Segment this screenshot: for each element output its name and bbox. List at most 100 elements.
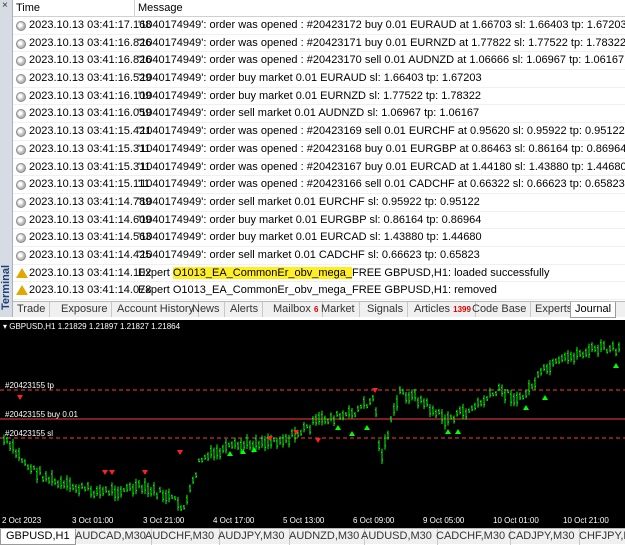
- row-time: 2023.10.13 03:41:15.421: [29, 125, 152, 138]
- chart-title: ▾ GBPUSD,H1 1.21829 1.21897 1.21827 1.21…: [3, 321, 180, 332]
- tab-label: Articles: [414, 303, 451, 315]
- symbol-tab-audnzd-m30[interactable]: AUDNZD,M30: [284, 529, 366, 545]
- tab-market[interactable]: Market: [317, 302, 360, 317]
- chart-canvas[interactable]: [0, 320, 625, 528]
- buy-arrow: [227, 451, 233, 456]
- message-prefix: Expert: [138, 266, 173, 279]
- journal-row[interactable]: 2023.10.13 03:41:16.529'1040174949': ord…: [13, 70, 625, 88]
- row-time: 2023.10.13 03:41:15.311: [29, 160, 151, 173]
- buy-arrow: [445, 429, 451, 434]
- tab-news[interactable]: News: [188, 302, 225, 317]
- tab-code-base[interactable]: Code Base: [468, 302, 532, 317]
- journal-row[interactable]: 2023.10.13 03:41:14.563'1040174949': ord…: [13, 229, 625, 247]
- row-time: 2023.10.13 03:41:17.168: [29, 19, 152, 31]
- sell-arrow: [177, 450, 183, 455]
- info-icon: [16, 162, 26, 173]
- time-axis-label: 10 Oct 21:00: [563, 516, 609, 525]
- journal-row[interactable]: 2023.10.13 03:41:16.826'1040174949': ord…: [13, 35, 625, 53]
- buy-arrow: [364, 425, 370, 430]
- row-message: '1040174949': order buy market 0.01 EURC…: [138, 231, 482, 244]
- tab-journal[interactable]: Journal: [570, 302, 617, 318]
- symbol-tab-gbpusd-h1[interactable]: GBPUSD,H1: [0, 529, 76, 545]
- terminal-side-tab[interactable]: × Terminal: [0, 0, 13, 317]
- tab-label: Market: [321, 303, 355, 315]
- info-icon: [16, 197, 26, 208]
- tab-mailbox[interactable]: Mailbox 6: [269, 302, 324, 317]
- symbol-tab-chfjpy-m30[interactable]: CHFJPY,M30: [574, 529, 625, 545]
- info-icon: [16, 21, 26, 31]
- row-message: Expert O1013_EA_CommonEr_obv_mega_FREE G…: [138, 284, 497, 297]
- row-time: 2023.10.13 03:41:14.078: [29, 284, 152, 297]
- symbol-tab-audusd-m30[interactable]: AUDUSD,M30: [356, 529, 438, 545]
- tab-alerts[interactable]: Alerts: [226, 302, 264, 317]
- journal-row[interactable]: 2023.10.13 03:41:14.078 Expert O1013_EA_C…: [13, 282, 625, 300]
- row-message: '1040174949': order was opened : #204231…: [138, 125, 625, 138]
- sell-arrow: [315, 438, 321, 443]
- terminal-label: Terminal: [0, 264, 12, 310]
- sell-arrow: [109, 470, 115, 475]
- message-rest: FREE GBPUSD,H1: loaded successfully: [352, 266, 550, 279]
- journal-row[interactable]: 2023.10.13 03:41:16.059'1040174949': ord…: [13, 105, 625, 124]
- journal-row[interactable]: 2023.10.13 03:41:14.789'1040174949': ord…: [13, 194, 625, 212]
- row-message: '1040174949': order was opened : #204231…: [138, 54, 625, 67]
- row-time: 2023.10.13 03:41:15.111: [29, 178, 150, 191]
- row-message: '1040174949': order was opened : #204231…: [138, 178, 625, 191]
- tab-label: Trade: [17, 303, 46, 315]
- info-icon: [16, 109, 26, 120]
- time-axis-label: 5 Oct 13:00: [283, 516, 325, 525]
- tab-articles[interactable]: Articles 1399: [410, 302, 476, 317]
- chart-symbol-quote: GBPUSD,H1 1.21829 1.21897 1.21827 1.2186…: [9, 322, 181, 331]
- journal-row[interactable]: 2023.10.13 03:41:16.109'1040174949': ord…: [13, 88, 625, 106]
- journal-row[interactable]: 2023.10.13 03:41:16.826'1040174949': ord…: [13, 52, 625, 71]
- journal-row[interactable]: 2023.10.13 03:41:15.311'1040174949': ord…: [13, 141, 625, 159]
- info-icon: [16, 38, 26, 49]
- row-time: 2023.10.13 03:41:16.529: [29, 72, 152, 85]
- row-time: 2023.10.13 03:41:14.102: [29, 266, 152, 279]
- sell-arrow: [102, 470, 108, 475]
- info-icon: [16, 74, 26, 85]
- terminal-panel: × Terminal Time Message 2023.10.13 03:41…: [0, 0, 625, 318]
- journal-log[interactable]: 2023.10.13 03:41:17.168 '1040174949': ord…: [13, 17, 625, 301]
- close-icon[interactable]: ×: [2, 0, 8, 12]
- time-axis-label: 2 Oct 2023: [2, 516, 42, 525]
- sell-arrow: [17, 395, 23, 400]
- symbol-tab-cadchf-m30[interactable]: CADCHF,M30: [431, 529, 512, 545]
- journal-row[interactable]: 2023.10.13 03:41:17.168'1040174949': ord…: [13, 17, 625, 35]
- journal-row[interactable]: 2023.10.13 03:41:14.102 Expert O1013_EA_C…: [13, 265, 625, 283]
- info-icon: [16, 91, 26, 102]
- tab-signals[interactable]: Signals: [363, 302, 409, 317]
- row-message: '1040174949': order buy market 0.01 EURN…: [138, 89, 481, 102]
- tab-label: Mailbox: [273, 303, 311, 315]
- info-icon: [16, 233, 26, 244]
- journal-row[interactable]: 2023.10.13 03:41:14.425'1040174949': ord…: [13, 247, 625, 265]
- column-header-time[interactable]: Time: [13, 0, 135, 17]
- journal-row[interactable]: 2023.10.13 03:41:14.609'1040174949': ord…: [13, 212, 625, 230]
- symbol-tab-audjpy-m30[interactable]: AUDJPY,M30: [213, 529, 291, 545]
- time-axis-label: 3 Oct 21:00: [143, 516, 185, 525]
- terminal-tabs: Trade Exposure Account History News Alerts Ma…: [13, 301, 625, 318]
- symbol-tab-audchf-m30[interactable]: AUDCHF,M30: [140, 529, 221, 545]
- row-message: '1040174949': order buy market 0.01 EURG…: [138, 213, 482, 226]
- row-message: '1040174949': order was opened : #204231…: [138, 160, 625, 173]
- tab-label: Journal: [575, 303, 612, 315]
- tab-account-history[interactable]: Account History: [113, 302, 200, 317]
- journal-row[interactable]: 2023.10.13 03:41:15.111'1040174949': ord…: [13, 176, 625, 194]
- row-time: 2023.10.13 03:41:14.789: [29, 195, 152, 208]
- journal-row[interactable]: 2023.10.13 03:41:15.421'1040174949': ord…: [13, 123, 625, 141]
- tab-exposure[interactable]: Exposure: [57, 302, 113, 317]
- journal-row[interactable]: 2023.10.13 03:41:15.311'1040174949': ord…: [13, 159, 625, 177]
- tp-level-label: #20423155 tp: [5, 381, 54, 390]
- column-header-message[interactable]: Message: [135, 0, 625, 17]
- time-axis-label: 3 Oct 01:00: [72, 516, 114, 525]
- symbol-tab-cadjpy-m30[interactable]: CADJPY,M30: [503, 529, 581, 545]
- time-axis-label: 9 Oct 05:00: [423, 516, 465, 525]
- row-time: 2023.10.13 03:41:16.826: [29, 36, 152, 49]
- tab-label: Exposure: [61, 303, 108, 315]
- price-chart[interactable]: ▾ GBPUSD,H1 1.21829 1.21897 1.21827 1.21…: [0, 320, 625, 528]
- tab-label: Code Base: [472, 303, 527, 315]
- tab-trade[interactable]: Trade: [13, 302, 51, 317]
- row-time: 2023.10.13 03:41:16.109: [29, 89, 152, 102]
- info-icon: [16, 56, 26, 67]
- time-axis-label: 10 Oct 01:00: [493, 516, 539, 525]
- row-time: 2023.10.13 03:41:14.609: [29, 213, 152, 226]
